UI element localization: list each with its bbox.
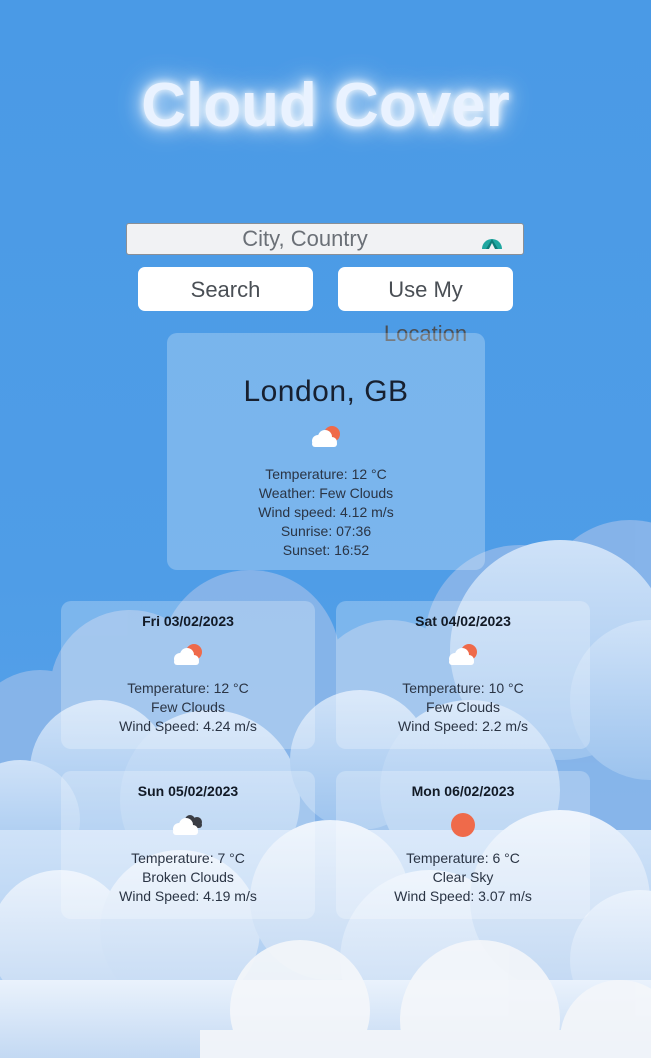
forecast-date: Fri 03/02/2023 (142, 613, 234, 629)
forecast-wind: Wind Speed: 4.24 m/s (119, 718, 257, 734)
forecast-temperature: Temperature: 10 °C (402, 680, 524, 696)
current-sunset: Sunset: 16:52 (282, 542, 370, 558)
forecast-card: Fri 03/02/2023 Temperature: 12 °C Few Cl… (61, 601, 315, 749)
forecast-wind: Wind Speed: 2.2 m/s (398, 718, 528, 734)
password-manager-icon[interactable] (481, 230, 503, 250)
forecast-temperature: Temperature: 12 °C (127, 680, 249, 696)
app-title: Cloud Cover (141, 71, 510, 140)
forecast-condition: Broken Clouds (142, 869, 234, 885)
city-search-input[interactable] (127, 224, 523, 254)
forecast-condition: Few Clouds (426, 699, 500, 715)
forecast-temperature: Temperature: 7 °C (131, 850, 245, 866)
forecast-condition: Clear Sky (432, 869, 494, 885)
search-button[interactable]: Search (138, 267, 313, 311)
forecast-wind: Wind Speed: 4.19 m/s (119, 888, 257, 904)
forecast-card: Sun 05/02/2023 Temperature: 7 °C Broken … (61, 771, 315, 919)
few-clouds-day-icon (449, 644, 477, 665)
forecast-date: Sun 05/02/2023 (137, 783, 239, 799)
current-temperature: Temperature: 12 °C (265, 466, 387, 482)
broken-clouds-icon (173, 815, 202, 835)
forecast-card: Sat 04/02/2023 Temperature: 10 °C Few Cl… (336, 601, 590, 749)
forecast-date: Mon 06/02/2023 (411, 783, 515, 799)
clear-sky-sun-icon (451, 813, 475, 837)
use-my-location-button[interactable]: Use My Location (338, 267, 513, 346)
forecast-temperature: Temperature: 6 °C (406, 850, 520, 866)
current-sunrise: Sunrise: 07:36 (280, 523, 372, 539)
forecast-wind: Wind Speed: 3.07 m/s (394, 888, 532, 904)
current-weather: Weather: Few Clouds (258, 485, 394, 501)
forecast-condition: Few Clouds (151, 699, 225, 715)
current-weather-card: London, GB Temperature: 12 °C Weather: F… (167, 333, 485, 570)
forecast-date: Sat 04/02/2023 (415, 613, 511, 629)
city-name: London, GB (243, 375, 409, 408)
few-clouds-day-icon (174, 644, 202, 665)
forecast-card: Mon 06/02/2023 Temperature: 6 °C Clear S… (336, 771, 590, 919)
search-box[interactable] (126, 223, 524, 255)
current-wind: Wind speed: 4.12 m/s (258, 504, 394, 520)
few-clouds-day-icon (312, 426, 340, 447)
